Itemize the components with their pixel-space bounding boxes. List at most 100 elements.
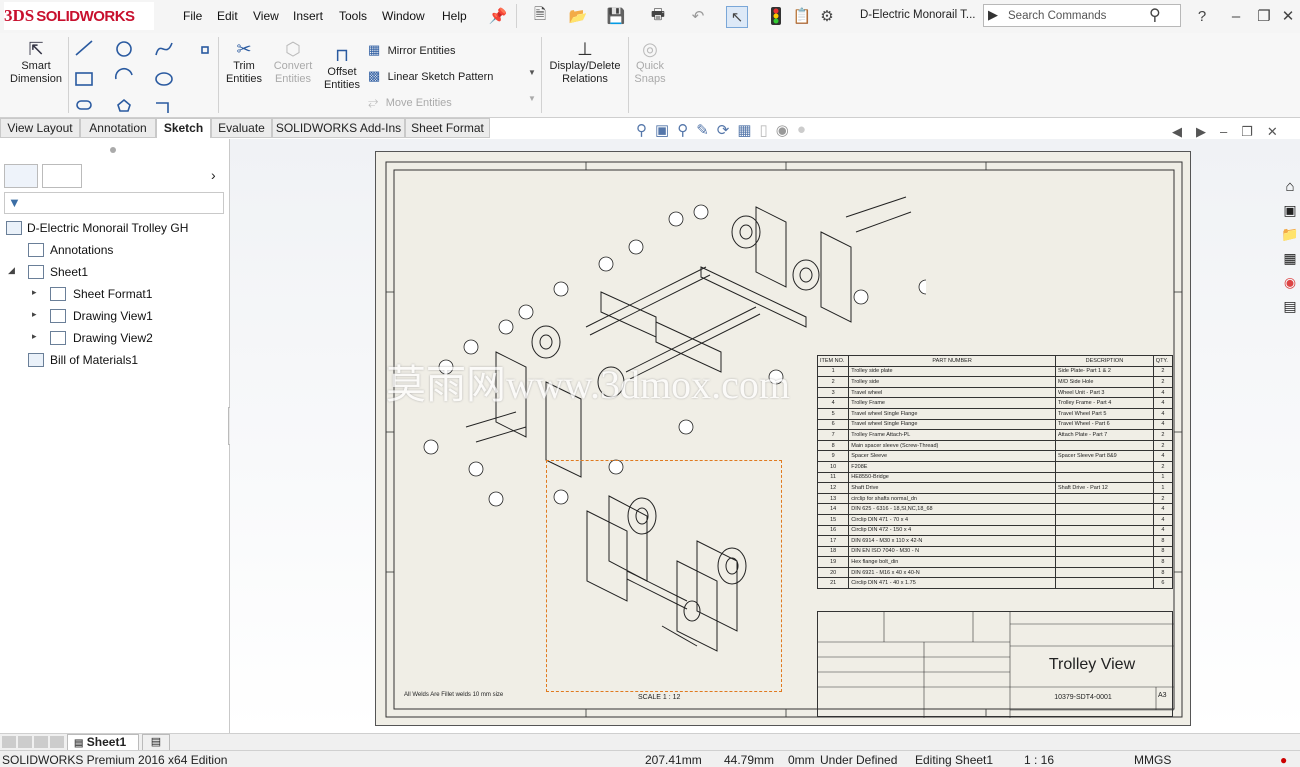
display-style-icon[interactable]: ▯	[760, 121, 768, 141]
tree-item-drawing-view1[interactable]: Drawing View1	[73, 309, 153, 323]
bom-row[interactable]: 11 HE8550-Bridge 1	[816, 471, 1174, 484]
bom-row[interactable]: 9 Spacer Sleeve Spacer Sleeve Part 8&9 4	[816, 450, 1174, 462]
feature-manager-tab-icon[interactable]	[4, 164, 38, 188]
solidworks-logo[interactable]: 3DS SOLIDWORKS	[4, 2, 154, 30]
smart-dimension-button[interactable]: ⇱ Smart Dimension	[6, 39, 66, 113]
tree-item-sheet1[interactable]: Sheet1	[50, 265, 88, 279]
tab-solidworks-add-ins[interactable]: SOLIDWORKS Add-Ins	[272, 118, 405, 138]
bom-row[interactable]: 4 Trolley Frame Trolley Frame - Part 44	[816, 397, 1174, 409]
move-entities-button[interactable]: ⥂ Move Entities ▼	[368, 94, 538, 112]
print-icon[interactable]: 🖶	[648, 6, 668, 26]
menu-view[interactable]: View	[253, 9, 279, 23]
open-icon[interactable]: 📂	[568, 6, 588, 26]
chevron-right-icon[interactable]: ›	[211, 167, 216, 183]
sheet-scale[interactable]: 1 : 16	[1024, 753, 1054, 767]
menu-window[interactable]: Window	[382, 9, 425, 23]
bom-row[interactable]: 18 DIN EN ISO 7040 - M30 - N 8	[816, 545, 1174, 558]
home-icon[interactable]: ⌂	[1280, 178, 1300, 199]
select-arrow-icon[interactable]: ↖	[726, 6, 748, 28]
rebuild-indicator-icon[interactable]: ●	[1280, 753, 1287, 767]
next-sheet-icon[interactable]	[34, 736, 48, 748]
chevron-down-icon[interactable]: ▼	[528, 68, 536, 77]
new-document-icon[interactable]: 🗎	[530, 6, 550, 26]
tree-item-drawing-view2[interactable]: Drawing View2	[73, 331, 153, 345]
editing-status[interactable]: Editing Sheet1	[915, 753, 993, 767]
previous-view-icon[interactable]: ▦	[737, 121, 751, 141]
viewport-left-icon[interactable]: ◀	[1172, 124, 1182, 140]
view-palette-icon[interactable]: ▦	[1280, 250, 1300, 271]
tab-sheet-format[interactable]: Sheet Format	[405, 118, 490, 138]
collapse-arrow-icon[interactable]: ◢	[8, 265, 15, 276]
minimize-icon[interactable]: –	[1226, 6, 1246, 26]
tree-filter-field[interactable]: ▼	[4, 192, 224, 214]
drawing-sheet[interactable]: 莫雨网www.3dmox.com All Welds Are Fillet we…	[375, 151, 1191, 726]
viewport-close-icon[interactable]: ✕	[1267, 124, 1278, 140]
bom-row[interactable]: 6 Travel wheel Single Flange Travel Wheel …	[816, 418, 1174, 431]
save-icon[interactable]: 💾	[606, 6, 626, 26]
appearance-icon[interactable]: ●	[797, 121, 806, 141]
bom-row[interactable]: 1 Trolley side plate Side Plate- Part 1 & …	[816, 365, 1174, 378]
pin-icon[interactable]: 📌	[488, 6, 508, 26]
menu-edit[interactable]: Edit	[217, 9, 238, 23]
previous-sheet-icon[interactable]	[18, 736, 32, 748]
tree-root[interactable]: D-Electric Monorail Trolley GH	[27, 221, 188, 235]
zoom-in-out-icon[interactable]: ⚲	[677, 121, 688, 141]
bom-row[interactable]: 3 Travel wheel Wheel Unit - Part 34	[816, 386, 1174, 399]
bom-row[interactable]: 10 F208E 2	[816, 460, 1174, 473]
tab-sketch[interactable]: Sketch	[156, 118, 211, 138]
bom-row[interactable]: 13 circlip for shafts normal_dn 2	[816, 492, 1174, 505]
expand-arrow-icon[interactable]: ▸	[32, 331, 37, 342]
tab-view-layout[interactable]: View Layout	[0, 118, 80, 138]
rotate-icon[interactable]: ⟳	[717, 121, 730, 141]
drawing-view-boundary[interactable]	[546, 460, 782, 692]
add-sheet-icon[interactable]: ▤	[142, 734, 170, 751]
zoom-to-area-icon[interactable]: ▣	[655, 121, 669, 141]
trim-entities-button[interactable]: ✂ Trim Entities	[222, 39, 266, 113]
help-icon[interactable]: ?	[1192, 6, 1212, 26]
tab-evaluate[interactable]: Evaluate	[211, 118, 272, 138]
hide-show-items-icon[interactable]: ◉	[776, 121, 789, 141]
tab-annotation[interactable]: Annotation	[80, 118, 156, 138]
bom-row[interactable]: 14 DIN 625 - 6316 - 18,SI,NC,18_68 4	[816, 503, 1174, 515]
mirror-entities-button[interactable]: ▦ Mirror Entities	[368, 42, 538, 60]
sheet-tab-sheet1[interactable]: ▤ Sheet1	[67, 734, 139, 751]
last-sheet-icon[interactable]	[50, 736, 64, 748]
bom-row[interactable]: 8 Main spacer sleeve (Screw-Thread) 2	[816, 439, 1174, 452]
tree-item-bill-of-materials1[interactable]: Bill of Materials1	[50, 353, 138, 367]
bom-row[interactable]: 20 DIN 6921 - M16 x 40 x 40-N 8	[816, 566, 1174, 579]
file-properties-icon[interactable]: 📋	[792, 6, 812, 26]
sketch-icon[interactable]: ✎	[696, 121, 709, 141]
expand-arrow-icon[interactable]: ▸	[32, 309, 37, 320]
first-sheet-icon[interactable]	[2, 736, 16, 748]
undo-icon[interactable]: ↶	[688, 6, 708, 26]
file-explorer-icon[interactable]: 📁	[1280, 226, 1300, 247]
bom-row[interactable]: 16 Circlip DIN 472 - 150 x 4 4	[816, 524, 1174, 537]
bom-row[interactable]: 12 Shaft Drive Shaft Drive - Part 12 1	[816, 482, 1174, 494]
viewport-restore-icon[interactable]: ❐	[1241, 124, 1253, 140]
menu-insert[interactable]: Insert	[293, 9, 323, 23]
restore-icon[interactable]: ❐	[1254, 6, 1274, 26]
appearances-icon[interactable]: ◉	[1280, 274, 1300, 295]
bom-row[interactable]: 2 Trolley side M/D Side Hole 2	[816, 376, 1174, 388]
splitter-handle[interactable]	[110, 147, 116, 153]
bom-row[interactable]: 15 Circlip DIN 471 - 70 x 4 4	[816, 513, 1174, 526]
rebuild-traffic-light-icon[interactable]	[766, 6, 786, 26]
tree-item-annotations[interactable]: Annotations	[50, 243, 113, 257]
convert-entities-button[interactable]: ⬡ Convert Entities	[270, 39, 316, 113]
close-icon[interactable]: ✕	[1278, 6, 1298, 26]
search-icon[interactable]: ⚲	[1149, 5, 1161, 25]
expand-arrow-icon[interactable]: ▸	[32, 287, 37, 298]
custom-properties-icon[interactable]: ▤	[1280, 298, 1300, 319]
property-manager-tab-icon[interactable]	[42, 164, 82, 188]
design-library-icon[interactable]: ▣	[1280, 202, 1300, 223]
options-gear-icon[interactable]: ⚙	[817, 6, 837, 26]
chevron-down-icon[interactable]: ▼	[528, 94, 536, 103]
bom-row[interactable]: 17 DIN 6914 - M30 x 110 x 42-N 8	[816, 535, 1174, 547]
unit-system[interactable]: MMGS	[1134, 753, 1171, 767]
tree-item-sheet-format1[interactable]: Sheet Format1	[73, 287, 152, 301]
zoom-to-fit-icon[interactable]: ⚲	[636, 121, 647, 141]
quick-snaps-button[interactable]: ◎ Quick Snaps	[632, 39, 668, 113]
bill-of-materials-table[interactable]: ITEM NO. PART NUMBER DESCRIPTION QTY. 1T…	[816, 355, 1174, 590]
linear-sketch-pattern-button[interactable]: ▩ Linear Sketch Pattern ▼	[368, 68, 538, 86]
viewport-minimize-icon[interactable]: –	[1220, 124, 1227, 140]
